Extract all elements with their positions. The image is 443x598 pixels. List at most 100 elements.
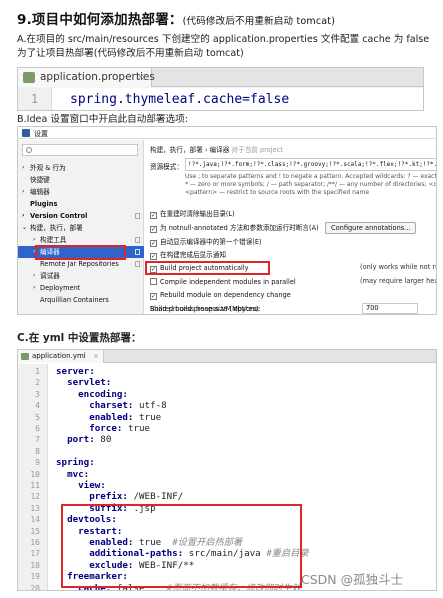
option-label: 为 notnull-annotated 方法和参数添加运行时断言(A): [160, 224, 319, 232]
nav-item-keymap[interactable]: 快捷键: [18, 174, 144, 186]
settings-search-input[interactable]: [22, 144, 138, 156]
line-number: 3: [35, 389, 40, 399]
compiler-settings-panel: 构建，执行，部署 › 编译器 对于当前 project 资源模式： !?*.ja…: [145, 140, 436, 314]
dialog-titlebar: 设置: [18, 127, 436, 139]
nav-label: 构建工具: [40, 236, 67, 244]
option-label: 在构建完成后显示通知: [160, 251, 226, 259]
chevron-right-icon: ›: [33, 284, 36, 291]
resource-patterns-input[interactable]: !?*.java;!?*.form;!?*.class;!?*.groovy;!…: [185, 158, 436, 171]
nav-item-deployment[interactable]: › Deployment: [18, 282, 144, 294]
line-number: 6: [35, 424, 40, 433]
checkbox[interactable]: [150, 278, 157, 285]
nav-label: Deployment: [40, 284, 81, 292]
breadcrumb: 构建，执行，部署 › 编译器 对于当前 project: [150, 144, 283, 154]
option-clear-output[interactable]: ✓ 在重建时清除输出目录(L): [150, 208, 235, 220]
line-number: 1: [35, 367, 40, 376]
chevron-right-icon: ›: [22, 188, 25, 195]
configure-annotations-button[interactable]: Configure annotations...: [325, 222, 417, 234]
project-scope-icon: [135, 237, 140, 243]
intellij-app-icon: [22, 129, 30, 137]
line-number: 4: [35, 401, 40, 411]
nav-label: Plugins: [30, 200, 58, 208]
nav-item-arquillian[interactable]: Arquillian Containers: [18, 294, 144, 306]
properties-file-tab[interactable]: application.properties ×: [18, 68, 155, 87]
option-rebuild-on-dependency[interactable]: ✓ Rebuild module on dependency change: [150, 289, 291, 301]
dialog-title: 设置: [34, 130, 48, 138]
nav-label: 外观 & 行为: [30, 164, 66, 172]
nav-label: 构建，执行，部署: [30, 224, 83, 232]
tab-label: application.yml: [32, 352, 86, 360]
code-line: prefix: /WEB-INF/: [56, 491, 183, 502]
code-line: mvc:: [56, 469, 89, 480]
search-icon: [26, 147, 32, 153]
vm-options-label: Shared build process VM options:: [150, 305, 260, 313]
code-line: spring:: [56, 457, 95, 468]
yml-key: encoding:: [78, 388, 128, 400]
line-number: 18: [30, 560, 40, 570]
code-text[interactable]: spring.thymeleaf.cache=false: [70, 88, 289, 110]
line-number: 10: [30, 469, 40, 479]
close-tab-icon[interactable]: ×: [93, 350, 99, 363]
code-line: port: 80: [56, 434, 111, 445]
nav-label: Version Control: [30, 212, 88, 220]
nav-item-plugins[interactable]: Plugins: [18, 198, 144, 210]
chevron-right-icon: ›: [22, 212, 25, 219]
option-parallel-compile[interactable]: Compile independent modules in parallel: [150, 276, 296, 288]
yml-value: 80: [94, 434, 112, 446]
step-b-text: B.Idea 设置窗口中开启此自动部署选项:: [17, 114, 188, 125]
line-number: 9: [35, 458, 40, 468]
option-notnull-assertions[interactable]: ✓ 为 notnull-annotated 方法和参数添加运行时断言(A): [150, 222, 319, 234]
code-line: charset: utf-8: [56, 400, 166, 411]
nav-item-version-control[interactable]: › Version Control: [18, 210, 144, 222]
checkbox[interactable]: ✓: [150, 293, 157, 300]
nav-label: Arquillian Containers: [40, 296, 109, 304]
code-line: force: true: [56, 423, 150, 434]
close-tab-icon[interactable]: ×: [137, 68, 145, 87]
yml-file-tab[interactable]: application.yml ×: [18, 350, 104, 363]
option-show-first-error[interactable]: ✓ 自动显示编译器中的第一个错误(E): [150, 236, 262, 248]
editor-tab-bar: application.yml ×: [18, 350, 436, 363]
line-number: 17: [30, 549, 40, 559]
yml-key: server:: [56, 366, 95, 377]
settings-dialog-screenshot: 设置 › 外观 & 行为 快捷键 › 编辑器 Plugins › Version…: [17, 126, 437, 315]
option-label: 在重建时清除输出目录(L): [160, 210, 235, 218]
breadcrumb-path: 构建，执行，部署 › 编译器: [150, 146, 230, 154]
code-line: servlet:: [56, 377, 111, 388]
code-line: 1 spring.thymeleaf.cache=false: [18, 88, 423, 110]
build-auto-note: (only works while not running: [360, 263, 436, 271]
checkbox[interactable]: ✓: [150, 253, 157, 260]
resource-patterns-hint: Use ; to separate patterns and ! to nega…: [185, 173, 437, 196]
option-build-notification[interactable]: ✓ 在构建完成后显示通知: [150, 249, 226, 261]
heading-title: 9.项目中如何添加热部署：: [17, 12, 183, 28]
checkbox[interactable]: ✓: [150, 240, 157, 247]
yml-editor-screenshot: application.yml × 1 server: 2 servlet: 3 en…: [17, 349, 437, 591]
properties-file-icon: [23, 72, 35, 83]
heading-note: (代码修改后不用重新启动 tomcat): [182, 16, 336, 27]
chevron-right-icon: ›: [33, 272, 36, 279]
nav-item-debugger[interactable]: › 调试器: [18, 270, 144, 282]
line-number: 16: [30, 538, 40, 547]
yml-value: /WEB-INF/: [127, 491, 184, 503]
checkbox[interactable]: ✓: [150, 212, 157, 219]
nav-label: 编辑器: [30, 188, 50, 196]
line-number: 7: [35, 435, 40, 445]
properties-editor-screenshot: application.properties × 1 spring.thymel…: [17, 67, 424, 111]
editor-tab-bar: application.properties ×: [18, 68, 423, 87]
step-c-text: C.在 yml 中设置热部署：: [17, 332, 142, 344]
heap-size-input[interactable]: 700: [362, 303, 418, 314]
yml-file-icon: [21, 353, 29, 360]
project-scope-icon: [135, 249, 140, 255]
nav-item-editor[interactable]: › 编辑器: [18, 186, 144, 198]
nav-item-appearance[interactable]: › 外观 & 行为: [18, 162, 144, 174]
checkbox[interactable]: ✓: [150, 226, 157, 233]
line-number: 15: [30, 526, 40, 536]
nav-item-build-execution[interactable]: ⌄ 构建，执行，部署: [18, 222, 144, 234]
step-a-text: A.在项目的 src/main/resources 下创建空的 applicat…: [17, 34, 430, 59]
yml-key: spring:: [56, 457, 95, 469]
